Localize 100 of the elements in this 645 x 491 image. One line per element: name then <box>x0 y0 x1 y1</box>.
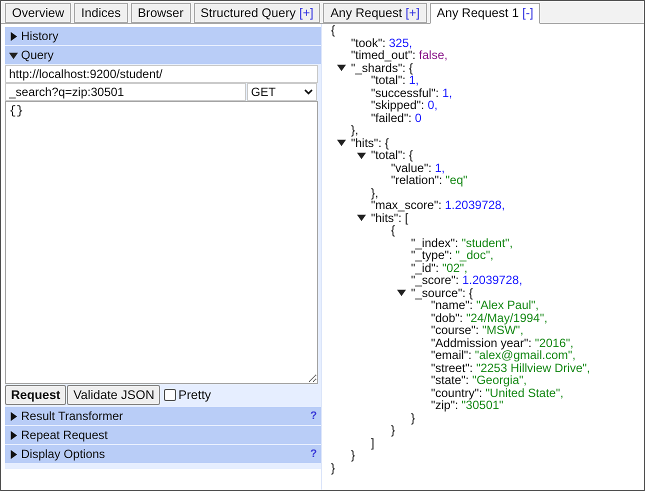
json-brace: } <box>411 412 416 424</box>
collapsed-triangle-icon[interactable] <box>9 450 18 458</box>
body-editor[interactable]: {} <box>5 101 318 384</box>
help-link[interactable]: ? <box>310 446 317 462</box>
json-key: "successful": <box>371 86 442 99</box>
collapsed-triangle-icon[interactable] <box>9 32 18 40</box>
json-key: "_index": <box>411 236 462 249</box>
json-value: 1, <box>434 162 445 174</box>
json-brace: { <box>384 136 389 149</box>
json-key: "street": <box>431 362 476 374</box>
json-value: 0, <box>428 99 438 112</box>
json-key: "failed": <box>371 112 415 124</box>
help-link[interactable]: ? <box>310 408 317 424</box>
json-value: 1.2039728, <box>444 199 505 212</box>
json-key: "zip": <box>431 399 462 412</box>
json-brace: }, <box>351 124 358 136</box>
json-value: 1, <box>408 74 419 86</box>
json-key: "_source": <box>411 286 469 299</box>
json-brace: { <box>391 224 396 236</box>
json-value: "24/May/1994", <box>466 312 548 324</box>
json-bracket: [ <box>404 212 408 224</box>
json-brace: { <box>408 62 413 74</box>
section-header[interactable]: Result Transformer ? <box>5 407 321 425</box>
json-key: "course": <box>431 324 482 336</box>
json-key: "name": <box>431 299 476 312</box>
json-key: "Addmission year": <box>431 336 535 349</box>
section-title: History <box>21 28 60 45</box>
path-field[interactable]: _search?q=zip:30501 <box>5 83 246 101</box>
json-brace: { <box>468 286 473 299</box>
json-brace: }, <box>371 186 378 199</box>
json-value: "Georgia", <box>472 374 527 386</box>
json-key: "state": <box>431 374 472 386</box>
json-value: "MSW", <box>482 324 524 336</box>
json-value: "United State", <box>486 386 564 399</box>
json-key: "total": <box>371 149 409 162</box>
json-key: "skipped": <box>371 99 428 112</box>
json-brace: } <box>331 462 336 474</box>
json-value: "02", <box>442 262 468 274</box>
section-header[interactable]: Query <box>5 46 321 64</box>
json-value: "Alex Paul", <box>476 299 539 312</box>
method-select[interactable]: GET <box>247 83 317 101</box>
url-field[interactable]: http://localhost:9200/student/ <box>5 65 318 83</box>
json-key: "dob": <box>431 312 466 324</box>
json-value: 1.2039728, <box>462 274 522 286</box>
section-title: Query <box>21 47 55 64</box>
expanded-triangle-icon[interactable] <box>337 63 346 72</box>
section-title: Repeat Request <box>21 427 109 444</box>
json-key: "hits": <box>351 136 385 149</box>
json-key: "hits": <box>371 212 405 224</box>
json-key: "took": <box>351 36 389 49</box>
section-header[interactable]: Repeat Request <box>5 426 321 444</box>
json-value: "30501" <box>462 399 504 412</box>
json-brace: } <box>351 449 356 462</box>
section-header[interactable]: History <box>5 27 321 45</box>
tab[interactable]: Any Request [+] <box>323 3 427 23</box>
json-value: false, <box>418 49 448 62</box>
json-bracket: ] <box>371 436 374 449</box>
json-value: 0 <box>414 112 422 124</box>
pretty-checkbox[interactable] <box>164 389 176 401</box>
expanded-triangle-icon[interactable] <box>337 138 346 148</box>
json-value: "student", <box>462 236 513 249</box>
json-key: "_score": <box>411 274 462 286</box>
tab[interactable]: Overview <box>5 3 72 23</box>
json-key: "relation": <box>391 174 446 186</box>
expanded-triangle-icon[interactable] <box>357 150 366 160</box>
tab[interactable]: Structured Query [+] <box>194 3 320 23</box>
section-title: Result Transformer <box>21 408 124 425</box>
json-value: "2253 Hillview Drive", <box>476 362 590 374</box>
json-brace: { <box>331 24 336 36</box>
expanded-triangle-icon[interactable] <box>357 213 366 222</box>
json-brace: { <box>408 149 413 162</box>
tab[interactable]: Browser <box>130 3 191 23</box>
json-key: "max_score": <box>371 199 445 212</box>
collapsed-triangle-icon[interactable] <box>9 430 18 440</box>
json-value: "eq" <box>446 174 468 186</box>
json-key: "email": <box>431 349 475 362</box>
json-value: 1, <box>442 86 452 99</box>
pretty-label: Pretty <box>178 386 212 404</box>
json-key: "_shards": <box>351 62 409 74</box>
tab[interactable]: Indices <box>74 3 128 23</box>
json-value: 325, <box>388 36 412 49</box>
json-key: "country": <box>431 386 486 399</box>
validate-button[interactable]: Validate JSON <box>67 385 160 405</box>
json-brace: } <box>391 424 396 436</box>
request-button[interactable]: Request <box>5 385 66 405</box>
section-title: Display Options <box>21 446 106 463</box>
expanded-triangle-icon[interactable] <box>397 288 406 298</box>
chevron-down-icon <box>304 89 313 95</box>
tab[interactable]: Any Request 1 [-] <box>430 3 540 24</box>
json-key: "_type": <box>411 249 456 262</box>
json-key: "total": <box>371 74 409 86</box>
json-value: "_doc", <box>456 249 494 262</box>
collapsed-triangle-icon[interactable] <box>9 412 18 420</box>
json-value: "alex@gmail.com", <box>474 349 576 362</box>
json-key: "_id": <box>411 262 442 274</box>
json-key: "timed_out": <box>351 49 419 62</box>
json-key: "value": <box>391 162 435 174</box>
expanded-triangle-icon[interactable] <box>9 50 18 60</box>
section-header[interactable]: Display Options ? <box>5 445 321 463</box>
json-value: "2016", <box>534 336 574 349</box>
